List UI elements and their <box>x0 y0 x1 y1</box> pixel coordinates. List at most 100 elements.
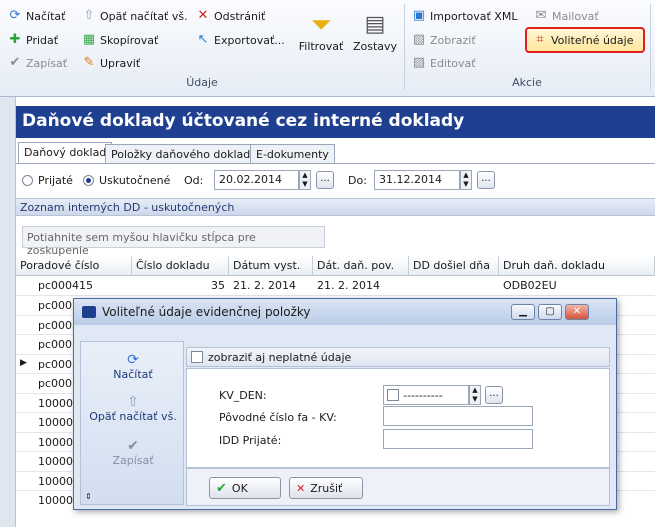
nacitat-button[interactable]: ⟳ Načítať <box>8 6 66 26</box>
tab-e-dokumenty[interactable]: E-dokumenty <box>250 144 335 164</box>
refresh-icon: ⟳ <box>127 352 139 368</box>
check-icon: ✔ <box>216 480 227 496</box>
side-zapisat-button[interactable]: ✔ Zapísať <box>81 438 185 467</box>
zostavy-button[interactable]: ▤ Zostavy <box>352 10 398 53</box>
refresh-icon: ⟳ <box>9 8 21 23</box>
col-cislo-dokladu[interactable]: Číslo dokladu <box>132 256 229 276</box>
cell-poradove-prefix[interactable]: pc0005 <box>34 296 74 315</box>
filter-icon: ⏷ <box>310 10 332 40</box>
side-opat-nacitat-button[interactable]: ⇧ Opäť načítať vš. <box>81 394 185 423</box>
reports-icon: ▤ <box>364 12 386 37</box>
cell-cislo[interactable]: 35 <box>132 276 229 295</box>
do-spinner[interactable]: ▲ ▼ <box>460 170 472 190</box>
col-poradove-cislo[interactable]: Poradové číslo <box>16 256 132 276</box>
importovat-xml-button[interactable]: ▣ Importovať XML <box>412 6 518 26</box>
view-icon: ▧ <box>412 32 426 47</box>
kv-den-checkbox[interactable] <box>387 389 399 401</box>
reload-all-icon: ⇧ <box>127 394 139 410</box>
dialog-buttons: ✔ OK ✕ Zrušiť <box>186 468 610 506</box>
maximize-button[interactable]: ▢ <box>538 304 562 320</box>
dialog-form: KV_DEN: ---------- ▲ ▼ ... Pôvodné číslo … <box>186 368 610 468</box>
od-date-input[interactable]: 20.02.2014 <box>214 170 299 190</box>
radio-prijate-dot <box>22 175 33 186</box>
do-date-input[interactable]: 31.12.2014 <box>374 170 460 190</box>
cell-poradove-prefix[interactable]: pc0005 <box>34 316 74 335</box>
tab-underline <box>16 163 655 164</box>
filtrovat-button[interactable]: ⏷ Filtrovať <box>298 10 344 53</box>
optional-data-icon: ⌗ <box>536 32 544 47</box>
do-picker-button[interactable]: ... <box>477 171 495 189</box>
cell-dd[interactable] <box>409 276 499 295</box>
skopirovat-button[interactable]: ▦ Skopírovať <box>82 30 158 50</box>
editovat-button[interactable]: ▨ Editovať <box>412 53 476 73</box>
exportovat-button[interactable]: ↖ Exportovať... <box>196 30 285 50</box>
idd-prijate-input[interactable] <box>383 429 533 449</box>
mailovat-button[interactable]: ✉ Mailovať <box>534 6 599 26</box>
cell-poradove[interactable]: pc000415 <box>34 276 132 295</box>
radio-prijate[interactable]: Prijaté <box>22 174 73 187</box>
zapisat-button[interactable]: ✔ Zapísať <box>8 53 68 73</box>
cell-poradove-prefix[interactable]: 100000 <box>34 413 74 432</box>
copy-icon: ▦ <box>82 32 96 47</box>
od-spinner[interactable]: ▲ ▼ <box>299 170 311 190</box>
delete-icon: ✕ <box>197 8 209 23</box>
cell-poradove-prefix[interactable]: pc0005 <box>34 335 74 354</box>
dialog-title: Voliteľné údaje evidenčnej položky <box>102 305 311 319</box>
minimize-button[interactable]: ▁ <box>511 304 535 320</box>
od-label: Od: <box>184 174 204 187</box>
side-scroll-icon[interactable]: ⇕ <box>85 492 92 501</box>
export-icon: ↖ <box>197 32 209 47</box>
ribbon: ⟳ Načítať ⇧ Opäť načítať vš. ✕ Odstrániť ✚ P… <box>0 0 655 97</box>
col-druh-dan-dokladu[interactable]: Druh daň. dokladu <box>499 256 655 276</box>
side-nacitat-button[interactable]: ⟳ Načítať <box>81 352 185 381</box>
cell-druh[interactable]: ODB02EU <box>499 276 655 295</box>
cell-poradove-prefix[interactable]: 100001 <box>34 433 74 452</box>
tab-polozky[interactable]: Položky daňového dokladu <box>105 144 264 164</box>
ribbon-separator-2 <box>650 4 651 90</box>
kv-den-picker-button[interactable]: ... <box>485 386 503 404</box>
cell-poradove-prefix[interactable]: 100001 <box>34 452 74 471</box>
pridat-button[interactable]: ✚ Pridať <box>8 30 59 50</box>
col-datum-vyst[interactable]: Dátum vyst. <box>229 256 313 276</box>
edit-icon: ▨ <box>412 55 426 70</box>
idd-prijate-label: IDD Prijaté: <box>219 434 282 447</box>
cell-poradove-prefix[interactable]: 100000 <box>34 491 74 510</box>
kv-den-input[interactable]: ---------- <box>383 385 469 405</box>
opat-nacitat-button[interactable]: ⇧ Opäť načítať vš. <box>82 6 188 26</box>
check-icon: ✔ <box>127 438 139 454</box>
import-icon: ▣ <box>412 8 426 23</box>
show-invalid-row[interactable]: zobraziť aj neplatné údaje <box>186 347 610 367</box>
page-title: Daňové doklady účtované cez interné dokl… <box>16 106 655 138</box>
povodne-cislo-input[interactable] <box>383 406 533 426</box>
odstranit-button[interactable]: ✕ Odstrániť <box>196 6 266 26</box>
volitelne-udaje-button[interactable]: ⌗ Voliteľné údaje <box>525 27 645 53</box>
pencil-icon: ✎ <box>83 55 95 70</box>
close-button[interactable]: ✕ <box>565 304 589 320</box>
row-separator <box>16 295 655 296</box>
zobrazit-button[interactable]: ▧ Zobraziť <box>412 30 476 50</box>
cell-poradove-prefix[interactable]: pc0005 <box>34 374 74 393</box>
cancel-icon: ✕ <box>296 481 306 495</box>
radio-uskutocnene[interactable]: Uskutočnené <box>83 174 170 187</box>
section-title: Zoznam interných DD - uskutočnených <box>16 198 655 216</box>
udaje-group-label: Údaje <box>186 76 218 89</box>
zrusit-button[interactable]: ✕ Zrušiť <box>289 477 363 499</box>
kv-den-spinner[interactable]: ▲ ▼ <box>469 385 481 405</box>
cell-dat-dan[interactable]: 21. 2. 2014 <box>313 276 409 295</box>
cell-poradove-prefix[interactable]: 100001 <box>34 472 74 491</box>
col-dd-dosiel[interactable]: DD došiel dňa <box>409 256 499 276</box>
cell-poradove-prefix[interactable]: 100000 <box>34 394 74 413</box>
do-label: Do: <box>348 174 367 187</box>
show-invalid-checkbox[interactable] <box>191 351 203 363</box>
cell-poradove-prefix[interactable]: pc0005 <box>34 355 74 374</box>
col-dat-dan-pov[interactable]: Dát. daň. pov. <box>313 256 409 276</box>
dialog-side-panel: ⟳ Načítať ⇧ Opäť načítať vš. ✔ Zapísať ⇕ <box>80 341 184 505</box>
group-by-hint[interactable]: Potiahnite sem myšou hlavičku stĺpca pre… <box>22 226 325 257</box>
cell-datum[interactable]: 21. 2. 2014 <box>229 276 313 295</box>
ok-button[interactable]: ✔ OK <box>209 477 281 499</box>
tab-danovy-doklad[interactable]: Daňový doklad <box>18 142 113 164</box>
upravit-button[interactable]: ✎ Upraviť <box>82 53 141 73</box>
od-picker-button[interactable]: ... <box>316 171 334 189</box>
optional-data-dialog: Voliteľné údaje evidenčnej položky ▁ ▢ ✕… <box>73 298 617 510</box>
povodne-cislo-label: Pôvodné číslo fa - KV: <box>219 411 337 424</box>
